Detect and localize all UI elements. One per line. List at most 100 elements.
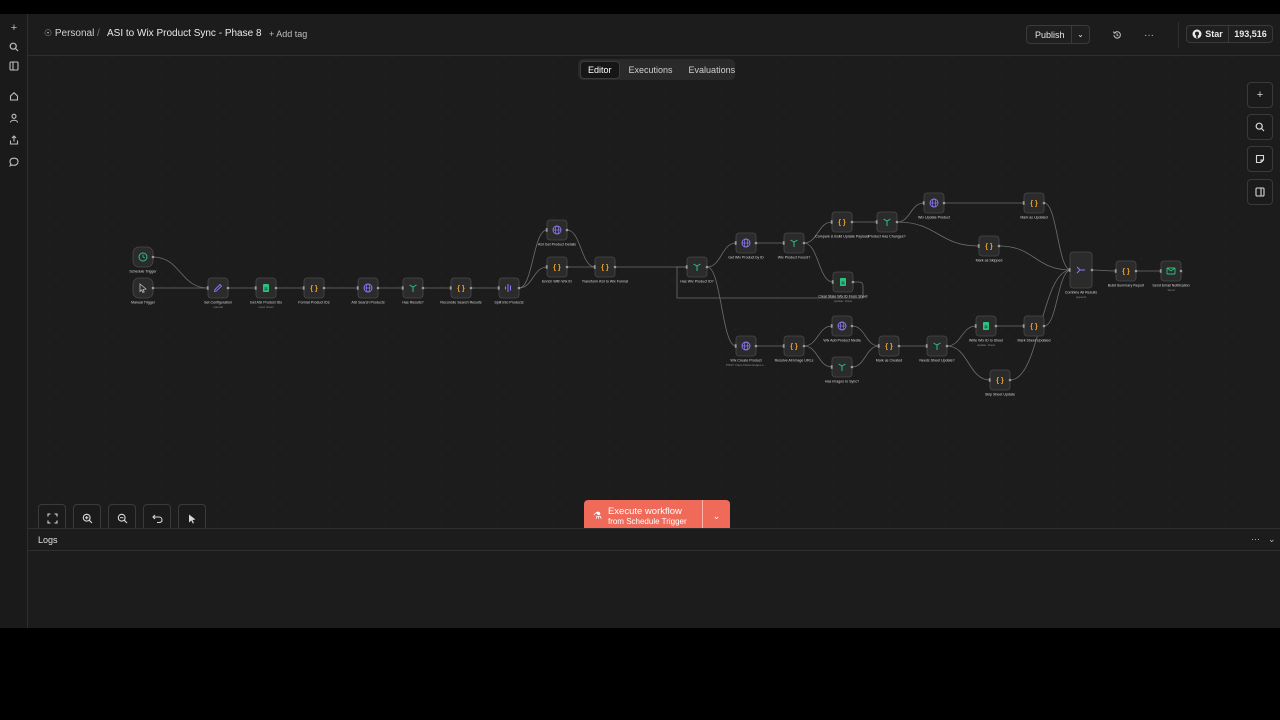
output-handle[interactable] — [421, 286, 425, 290]
output-handle[interactable] — [151, 286, 155, 290]
output-handle[interactable] — [850, 324, 854, 328]
connection-line[interactable] — [803, 242, 834, 283]
user-icon[interactable] — [5, 109, 23, 127]
input-handle[interactable] — [922, 201, 925, 205]
panel-toggle-icon[interactable] — [1247, 179, 1273, 205]
connection-line[interactable] — [518, 266, 548, 289]
input-handle[interactable] — [497, 286, 500, 290]
output-handle[interactable] — [850, 365, 854, 369]
output-handle[interactable] — [565, 265, 569, 269]
more-options-icon[interactable]: ··· — [1251, 534, 1260, 544]
input-handle[interactable] — [734, 344, 737, 348]
input-handle[interactable] — [449, 286, 452, 290]
input-handle[interactable] — [545, 228, 548, 232]
connection-line[interactable] — [896, 221, 980, 247]
input-handle[interactable] — [206, 286, 209, 290]
node-skipsheet[interactable]: { } Skip Sheet Update — [985, 369, 1015, 397]
node-manual[interactable]: Manual Trigger — [131, 277, 156, 305]
output-handle[interactable] — [1008, 378, 1012, 382]
node-fmtids[interactable]: { } Format Product IDs — [298, 277, 330, 305]
node-asisearch[interactable]: ASI Search Products — [351, 277, 385, 305]
sticky-note-icon[interactable] — [1247, 146, 1273, 172]
share-icon[interactable] — [5, 131, 23, 149]
node-transform[interactable]: { } Transform ASI to Wix Format — [582, 256, 628, 284]
node-reconcile[interactable]: { } Reconcile Search Results — [440, 277, 482, 305]
node-marksheet[interactable]: { } Mark Sheet Updated — [1018, 315, 1051, 343]
output-handle[interactable] — [613, 265, 617, 269]
input-handle[interactable] — [1114, 269, 1117, 273]
output-handle[interactable] — [322, 286, 326, 290]
input-handle[interactable] — [830, 220, 833, 224]
output-handle[interactable] — [1042, 324, 1046, 328]
output-handle[interactable] — [274, 286, 278, 290]
input-handle[interactable] — [685, 265, 688, 269]
node-enrich[interactable]: { } Enrich With Wix ID — [542, 256, 572, 284]
tab-evaluations[interactable]: Evaluations — [682, 62, 743, 78]
input-handle[interactable] — [1022, 201, 1025, 205]
node-clearstale[interactable]: Clear Stale Wix ID From Sheetupdate: she… — [818, 271, 868, 303]
connection-line[interactable] — [152, 256, 209, 289]
input-handle[interactable] — [593, 265, 596, 269]
connection-line[interactable] — [803, 221, 833, 244]
chevron-down-icon[interactable]: ⌄ — [1072, 30, 1089, 39]
input-handle[interactable] — [1159, 269, 1162, 273]
output-handle[interactable] — [705, 265, 709, 269]
node-summary[interactable]: { } Build Summary Report — [1108, 260, 1144, 288]
output-handle[interactable] — [945, 344, 949, 348]
output-handle[interactable] — [376, 286, 380, 290]
output-handle[interactable] — [1134, 269, 1138, 273]
node-setcfg[interactable]: Set Configurationmanual — [204, 277, 232, 309]
output-handle[interactable] — [802, 344, 806, 348]
more-options-icon[interactable]: ··· — [1141, 27, 1157, 43]
chat-icon[interactable] — [5, 153, 23, 171]
node-haschanges[interactable]: Product Has Changes? — [868, 211, 906, 239]
output-handle[interactable] — [1179, 269, 1183, 273]
output-handle[interactable] — [754, 241, 758, 245]
connection-line[interactable] — [946, 325, 977, 347]
node-combine[interactable]: Combine All Resultsappend — [1065, 251, 1097, 299]
node-writewix[interactable]: Write Wix ID to Sheetupdate: sheet — [969, 315, 1003, 347]
output-handle[interactable] — [151, 255, 155, 259]
input-handle[interactable] — [545, 265, 548, 269]
input-handle[interactable] — [401, 286, 404, 290]
logs-header[interactable]: Logs ··· ⌄ — [28, 529, 1280, 551]
input-handle[interactable] — [356, 286, 359, 290]
node-search-icon[interactable] — [1247, 114, 1273, 140]
input-handle[interactable] — [782, 344, 785, 348]
tab-executions[interactable]: Executions — [622, 62, 680, 78]
output-handle[interactable] — [469, 286, 473, 290]
input-handle[interactable] — [254, 286, 257, 290]
node-needssheet[interactable]: Needs Sheet Update? — [919, 335, 955, 363]
input-handle[interactable] — [302, 286, 305, 290]
add-node-icon[interactable]: + — [1247, 82, 1273, 108]
connection-line[interactable] — [566, 229, 596, 268]
node-email[interactable]: Send Email NotificationSend — [1152, 260, 1190, 292]
node-resolveimg[interactable]: { } Resolve All Image URLs — [775, 335, 814, 363]
output-handle[interactable] — [226, 286, 230, 290]
tab-editor[interactable]: Editor — [580, 60, 620, 79]
workflow-graph[interactable]: Schedule Trigger Manual Trigger Set Config… — [28, 56, 1280, 542]
input-handle[interactable] — [830, 324, 833, 328]
output-handle[interactable] — [942, 201, 946, 205]
output-handle[interactable] — [994, 324, 998, 328]
node-hasres[interactable]: Has Results? — [401, 277, 425, 305]
node-markcreated[interactable]: { } Mark as Created — [876, 335, 903, 363]
project-breadcrumb[interactable]: ☉ Personal — [44, 28, 94, 39]
node-getasi[interactable]: Get ASI Product IDsread: sheet — [250, 277, 282, 309]
input-handle[interactable] — [1068, 268, 1071, 272]
input-handle[interactable] — [925, 344, 928, 348]
node-wixmedia[interactable]: Wix Add Product Media — [823, 315, 861, 343]
connection-line[interactable] — [803, 325, 833, 347]
input-handle[interactable] — [830, 365, 833, 369]
connection-line[interactable] — [851, 325, 880, 347]
node-haswixid[interactable]: Has Wix Product ID? — [680, 256, 714, 284]
output-handle[interactable] — [997, 244, 1001, 248]
output-handle[interactable] — [897, 344, 901, 348]
input-handle[interactable] — [782, 241, 785, 245]
chevron-down-icon[interactable]: ⌄ — [1268, 534, 1276, 545]
output-handle[interactable] — [1090, 268, 1094, 272]
node-split[interactable]: Split Into Products — [494, 277, 524, 305]
input-handle[interactable] — [977, 244, 980, 248]
output-handle[interactable] — [895, 220, 899, 224]
node-hasimages[interactable]: Has Images to Sync? — [825, 356, 859, 384]
